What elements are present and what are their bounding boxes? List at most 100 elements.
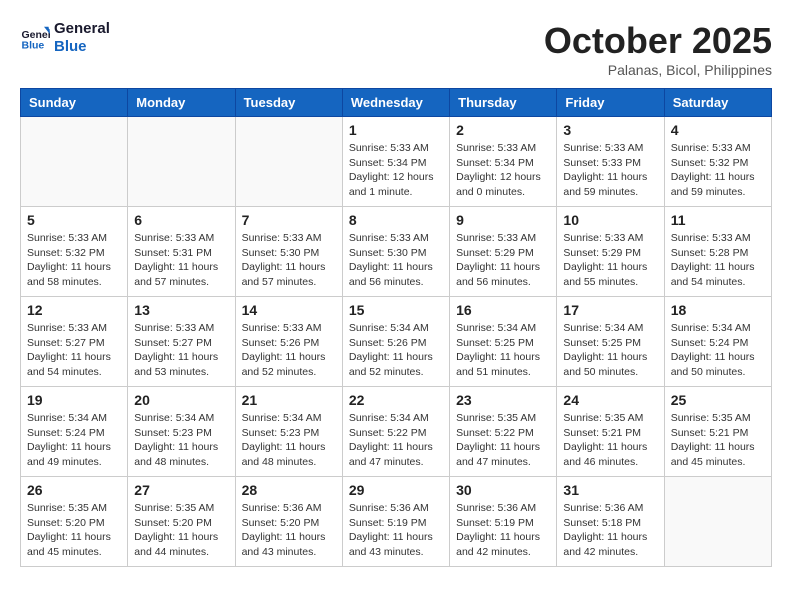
day-info: Sunrise: 5:33 AMSunset: 5:32 PMDaylight:… bbox=[671, 141, 765, 200]
title-block: October 2025 Palanas, Bicol, Philippines bbox=[544, 20, 772, 78]
day-number: 4 bbox=[671, 122, 765, 138]
logo: General Blue General Blue bbox=[20, 20, 110, 56]
day-number: 1 bbox=[349, 122, 443, 138]
day-info: Sunrise: 5:33 AMSunset: 5:30 PMDaylight:… bbox=[349, 231, 443, 290]
calendar-week-2: 5Sunrise: 5:33 AMSunset: 5:32 PMDaylight… bbox=[21, 207, 772, 297]
day-info: Sunrise: 5:34 AMSunset: 5:22 PMDaylight:… bbox=[349, 411, 443, 470]
logo-line2: Blue bbox=[54, 38, 110, 56]
header-friday: Friday bbox=[557, 89, 664, 117]
calendar-cell-w1-d7: 4 Sunrise: 5:33 AMSunset: 5:32 PMDaylight… bbox=[664, 117, 771, 207]
day-number: 27 bbox=[134, 482, 228, 498]
day-number: 29 bbox=[349, 482, 443, 498]
day-number: 25 bbox=[671, 392, 765, 408]
calendar-cell-w4-d6: 24Sunrise: 5:35 AMSunset: 5:21 PMDayligh… bbox=[557, 387, 664, 477]
calendar-cell-w2-d2: 6 Sunrise: 5:33 AMSunset: 5:31 PMDaylight… bbox=[128, 207, 235, 297]
calendar-cell-w5-d6: 31Sunrise: 5:36 AMSunset: 5:18 PMDayligh… bbox=[557, 477, 664, 567]
day-info: Sunrise: 5:33 AMSunset: 5:29 PMDaylight:… bbox=[456, 231, 550, 290]
header-tuesday: Tuesday bbox=[235, 89, 342, 117]
day-number: 7 bbox=[242, 212, 336, 228]
day-number: 26 bbox=[27, 482, 121, 498]
day-info: Sunrise: 5:34 AMSunset: 5:25 PMDaylight:… bbox=[563, 321, 657, 380]
day-info: Sunrise: 5:33 AMSunset: 5:34 PMDaylight:… bbox=[349, 141, 443, 200]
day-number: 3 bbox=[563, 122, 657, 138]
calendar-cell-w4-d1: 19 Sunrise: 5:34 AMSunset: 5:24 PMDayligh… bbox=[21, 387, 128, 477]
day-info: Sunrise: 5:33 AMSunset: 5:29 PMDaylight:… bbox=[563, 231, 657, 290]
calendar-cell-w2-d1: 5Sunrise: 5:33 AMSunset: 5:32 PMDaylight… bbox=[21, 207, 128, 297]
calendar-cell-w2-d5: 9 Sunrise: 5:33 AMSunset: 5:29 PMDaylight… bbox=[450, 207, 557, 297]
calendar-cell-w4-d5: 23 Sunrise: 5:35 AMSunset: 5:22 PMDayligh… bbox=[450, 387, 557, 477]
day-info: Sunrise: 5:33 AMSunset: 5:30 PMDaylight:… bbox=[242, 231, 336, 290]
day-info: Sunrise: 5:34 AMSunset: 5:26 PMDaylight:… bbox=[349, 321, 443, 380]
day-info: Sunrise: 5:36 AMSunset: 5:18 PMDaylight:… bbox=[563, 501, 657, 560]
calendar-cell-w1-d3 bbox=[235, 117, 342, 207]
calendar-cell-w3-d4: 15 Sunrise: 5:34 AMSunset: 5:26 PMDayligh… bbox=[342, 297, 449, 387]
day-number: 10 bbox=[563, 212, 657, 228]
header-saturday: Saturday bbox=[664, 89, 771, 117]
day-number: 13 bbox=[134, 302, 228, 318]
day-info: Sunrise: 5:35 AMSunset: 5:21 PMDaylight:… bbox=[671, 411, 765, 470]
day-number: 30 bbox=[456, 482, 550, 498]
calendar-week-3: 12Sunrise: 5:33 AMSunset: 5:27 PMDayligh… bbox=[21, 297, 772, 387]
calendar-cell-w1-d5: 2 Sunrise: 5:33 AMSunset: 5:34 PMDaylight… bbox=[450, 117, 557, 207]
day-number: 11 bbox=[671, 212, 765, 228]
day-info: Sunrise: 5:35 AMSunset: 5:20 PMDaylight:… bbox=[27, 501, 121, 560]
day-number: 24 bbox=[563, 392, 657, 408]
day-info: Sunrise: 5:33 AMSunset: 5:33 PMDaylight:… bbox=[563, 141, 657, 200]
calendar-cell-w2-d7: 11 Sunrise: 5:33 AMSunset: 5:28 PMDayligh… bbox=[664, 207, 771, 297]
day-number: 8 bbox=[349, 212, 443, 228]
day-number: 16 bbox=[456, 302, 550, 318]
calendar-cell-w4-d4: 22 Sunrise: 5:34 AMSunset: 5:22 PMDayligh… bbox=[342, 387, 449, 477]
day-number: 2 bbox=[456, 122, 550, 138]
day-number: 22 bbox=[349, 392, 443, 408]
day-info: Sunrise: 5:33 AMSunset: 5:28 PMDaylight:… bbox=[671, 231, 765, 290]
logo-icon: General Blue bbox=[20, 23, 50, 53]
calendar-cell-w5-d5: 30 Sunrise: 5:36 AMSunset: 5:19 PMDayligh… bbox=[450, 477, 557, 567]
day-info: Sunrise: 5:33 AMSunset: 5:27 PMDaylight:… bbox=[134, 321, 228, 380]
day-info: Sunrise: 5:33 AMSunset: 5:26 PMDaylight:… bbox=[242, 321, 336, 380]
day-info: Sunrise: 5:33 AMSunset: 5:31 PMDaylight:… bbox=[134, 231, 228, 290]
calendar-cell-w2-d6: 10 Sunrise: 5:33 AMSunset: 5:29 PMDayligh… bbox=[557, 207, 664, 297]
day-number: 6 bbox=[134, 212, 228, 228]
day-number: 19 bbox=[27, 392, 121, 408]
day-info: Sunrise: 5:36 AMSunset: 5:19 PMDaylight:… bbox=[456, 501, 550, 560]
header-monday: Monday bbox=[128, 89, 235, 117]
day-number: 28 bbox=[242, 482, 336, 498]
calendar-cell-w1-d2 bbox=[128, 117, 235, 207]
calendar-header-row: Sunday Monday Tuesday Wednesday Thursday… bbox=[21, 89, 772, 117]
location-subtitle: Palanas, Bicol, Philippines bbox=[544, 62, 772, 78]
day-number: 21 bbox=[242, 392, 336, 408]
day-number: 14 bbox=[242, 302, 336, 318]
day-info: Sunrise: 5:36 AMSunset: 5:19 PMDaylight:… bbox=[349, 501, 443, 560]
calendar-cell-w5-d2: 27Sunrise: 5:35 AMSunset: 5:20 PMDayligh… bbox=[128, 477, 235, 567]
day-info: Sunrise: 5:34 AMSunset: 5:25 PMDaylight:… bbox=[456, 321, 550, 380]
day-number: 9 bbox=[456, 212, 550, 228]
calendar-table: Sunday Monday Tuesday Wednesday Thursday… bbox=[20, 88, 772, 567]
calendar-cell-w4-d7: 25 Sunrise: 5:35 AMSunset: 5:21 PMDayligh… bbox=[664, 387, 771, 477]
logo-line1: General bbox=[54, 20, 110, 38]
day-number: 15 bbox=[349, 302, 443, 318]
calendar-cell-w4-d2: 20 Sunrise: 5:34 AMSunset: 5:23 PMDayligh… bbox=[128, 387, 235, 477]
calendar-cell-w4-d3: 21 Sunrise: 5:34 AMSunset: 5:23 PMDayligh… bbox=[235, 387, 342, 477]
calendar-cell-w2-d4: 8 Sunrise: 5:33 AMSunset: 5:30 PMDaylight… bbox=[342, 207, 449, 297]
svg-text:Blue: Blue bbox=[22, 40, 45, 52]
day-info: Sunrise: 5:34 AMSunset: 5:23 PMDaylight:… bbox=[134, 411, 228, 470]
calendar-cell-w1-d4: 1 Sunrise: 5:33 AMSunset: 5:34 PMDaylight… bbox=[342, 117, 449, 207]
calendar-cell-w2-d3: 7 Sunrise: 5:33 AMSunset: 5:30 PMDaylight… bbox=[235, 207, 342, 297]
calendar-cell-w1-d6: 3 Sunrise: 5:33 AMSunset: 5:33 PMDaylight… bbox=[557, 117, 664, 207]
day-number: 20 bbox=[134, 392, 228, 408]
day-info: Sunrise: 5:33 AMSunset: 5:34 PMDaylight:… bbox=[456, 141, 550, 200]
day-info: Sunrise: 5:36 AMSunset: 5:20 PMDaylight:… bbox=[242, 501, 336, 560]
day-number: 17 bbox=[563, 302, 657, 318]
day-info: Sunrise: 5:35 AMSunset: 5:22 PMDaylight:… bbox=[456, 411, 550, 470]
header-sunday: Sunday bbox=[21, 89, 128, 117]
day-number: 23 bbox=[456, 392, 550, 408]
day-info: Sunrise: 5:33 AMSunset: 5:32 PMDaylight:… bbox=[27, 231, 121, 290]
page-header: General Blue General Blue October 2025 P… bbox=[20, 20, 772, 78]
day-info: Sunrise: 5:34 AMSunset: 5:23 PMDaylight:… bbox=[242, 411, 336, 470]
calendar-cell-w5-d4: 29 Sunrise: 5:36 AMSunset: 5:19 PMDayligh… bbox=[342, 477, 449, 567]
day-info: Sunrise: 5:34 AMSunset: 5:24 PMDaylight:… bbox=[27, 411, 121, 470]
header-thursday: Thursday bbox=[450, 89, 557, 117]
calendar-cell-w3-d7: 18Sunrise: 5:34 AMSunset: 5:24 PMDayligh… bbox=[664, 297, 771, 387]
calendar-cell-w3-d1: 12Sunrise: 5:33 AMSunset: 5:27 PMDayligh… bbox=[21, 297, 128, 387]
day-info: Sunrise: 5:34 AMSunset: 5:24 PMDaylight:… bbox=[671, 321, 765, 380]
